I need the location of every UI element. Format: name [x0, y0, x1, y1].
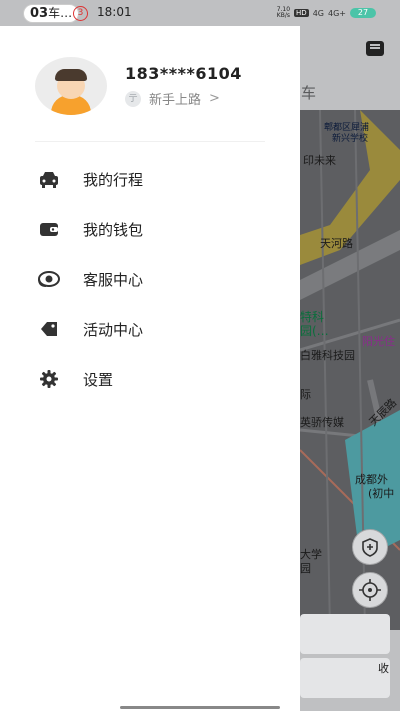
user-phone[interactable]: 183****6104	[125, 64, 242, 83]
map-bottom-card-2[interactable]: 收	[300, 658, 390, 698]
menu-label-support: 客服中心	[83, 270, 144, 289]
shield-icon	[362, 538, 378, 557]
map-label-ji: 际	[300, 388, 311, 401]
menu-item-support[interactable]: 客服中心	[0, 254, 300, 304]
car-icon	[38, 168, 60, 190]
menu-label-events: 活动中心	[83, 320, 144, 339]
safety-shield-button[interactable]	[352, 529, 388, 565]
side-drawer: 183****6104 亍 新手上路 > 我的行程 我的钱包 客服中心 活动中心…	[0, 26, 300, 711]
user-level-text: 新手上路	[149, 93, 202, 108]
menu-item-settings[interactable]: 设置	[0, 354, 300, 404]
map-label-baiya: 白雅科技园	[300, 349, 355, 362]
map-label-school-2: 新兴学校	[332, 134, 369, 144]
drawer-menu: 我的行程 我的钱包 客服中心 活动中心 设置	[0, 154, 300, 404]
tag-icon	[38, 318, 60, 340]
battery-icon: 27	[350, 8, 376, 18]
crosshair-icon	[359, 579, 381, 601]
map-label-chengdu-2: (初中	[368, 487, 395, 500]
chevron-right-icon: >	[209, 91, 220, 106]
home-indicator[interactable]	[120, 706, 280, 709]
map-label-yingjiao: 英骄传媒	[300, 416, 344, 429]
map-label-park-2: 园(…	[300, 324, 329, 338]
menu-item-wallet[interactable]: 我的钱包	[0, 204, 300, 254]
level-badge-icon: 亍	[125, 90, 141, 107]
menu-label-wallet: 我的钱包	[83, 220, 144, 239]
signal-icon: 4G	[312, 8, 324, 18]
map-label-daxue-2: 园	[300, 562, 311, 575]
profile-divider	[35, 141, 265, 142]
menu-item-events[interactable]: 活动中心	[0, 304, 300, 354]
map-bottom-card[interactable]	[300, 614, 390, 654]
headset-icon	[38, 268, 60, 290]
map-label-future: 印未来	[303, 154, 336, 167]
avatar-hair	[55, 69, 87, 81]
menu-item-trips[interactable]: 我的行程	[0, 154, 300, 204]
map-label-sunshine: 阳光住	[362, 335, 395, 348]
wallet-icon	[38, 218, 60, 240]
map-header-title: 车	[301, 84, 317, 102]
message-icon[interactable]	[366, 41, 384, 56]
locate-button[interactable]	[352, 572, 388, 608]
map-label-road: 天河路	[320, 237, 353, 250]
map-label-bottom: 收	[378, 662, 389, 675]
signal-plus-icon: 4G+	[328, 8, 346, 18]
avatar[interactable]	[35, 57, 107, 115]
gear-icon	[38, 368, 60, 390]
menu-label-trips: 我的行程	[83, 170, 144, 189]
menu-label-settings: 设置	[83, 370, 114, 389]
user-level-link[interactable]: 亍 新手上路 >	[125, 89, 220, 108]
